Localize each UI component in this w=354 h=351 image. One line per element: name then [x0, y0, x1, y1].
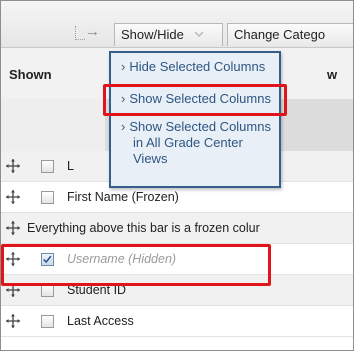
- action-toolbar: → Show/Hide Change Catego: [1, 1, 353, 47]
- move-arrows-icon[interactable]: [5, 220, 21, 236]
- move-arrows-icon[interactable]: [5, 158, 21, 174]
- move-arrows-icon[interactable]: [5, 189, 21, 205]
- column-label: L: [67, 159, 74, 173]
- row-checkbox[interactable]: [41, 191, 54, 204]
- frozen-divider-row[interactable]: Everything above this bar is a frozen co…: [1, 213, 353, 244]
- show-hide-button[interactable]: Show/Hide: [114, 23, 223, 46]
- selection-arrow-icon: →: [75, 23, 111, 45]
- column-label: First Name (Frozen): [67, 190, 179, 204]
- move-arrows-icon[interactable]: [5, 313, 21, 329]
- change-category-label: Change Catego: [234, 27, 326, 42]
- change-category-button[interactable]: Change Catego: [227, 23, 353, 46]
- grade-center-column-organization: → Show/Hide Change Catego Shown w L Firs…: [0, 0, 354, 351]
- menu-arrow-icon: ›: [121, 119, 126, 134]
- row-checkbox[interactable]: [41, 160, 54, 173]
- column-label: Last Access: [67, 314, 134, 328]
- menu-item-hide-selected[interactable]: › Hide Selected Columns: [111, 59, 279, 75]
- highlight-box-menu: [103, 84, 287, 116]
- frozen-note-text: Everything above this bar is a frozen co…: [27, 221, 260, 235]
- shown-label: Shown: [9, 67, 52, 82]
- show-hide-menu: › Hide Selected Columns › Show Selected Co…: [109, 51, 281, 188]
- menu-arrow-icon: ›: [121, 59, 126, 74]
- show-hide-label: Show/Hide: [121, 27, 184, 42]
- row-checkbox[interactable]: [41, 315, 54, 328]
- chevron-down-icon: [194, 31, 203, 37]
- menu-item-show-selected-all-views[interactable]: › Show Selected Columns in All Grade Cent…: [111, 119, 279, 167]
- shown-right-label: w: [327, 67, 338, 82]
- highlight-box-row: [1, 244, 271, 286]
- list-item[interactable]: Last Access: [1, 306, 353, 337]
